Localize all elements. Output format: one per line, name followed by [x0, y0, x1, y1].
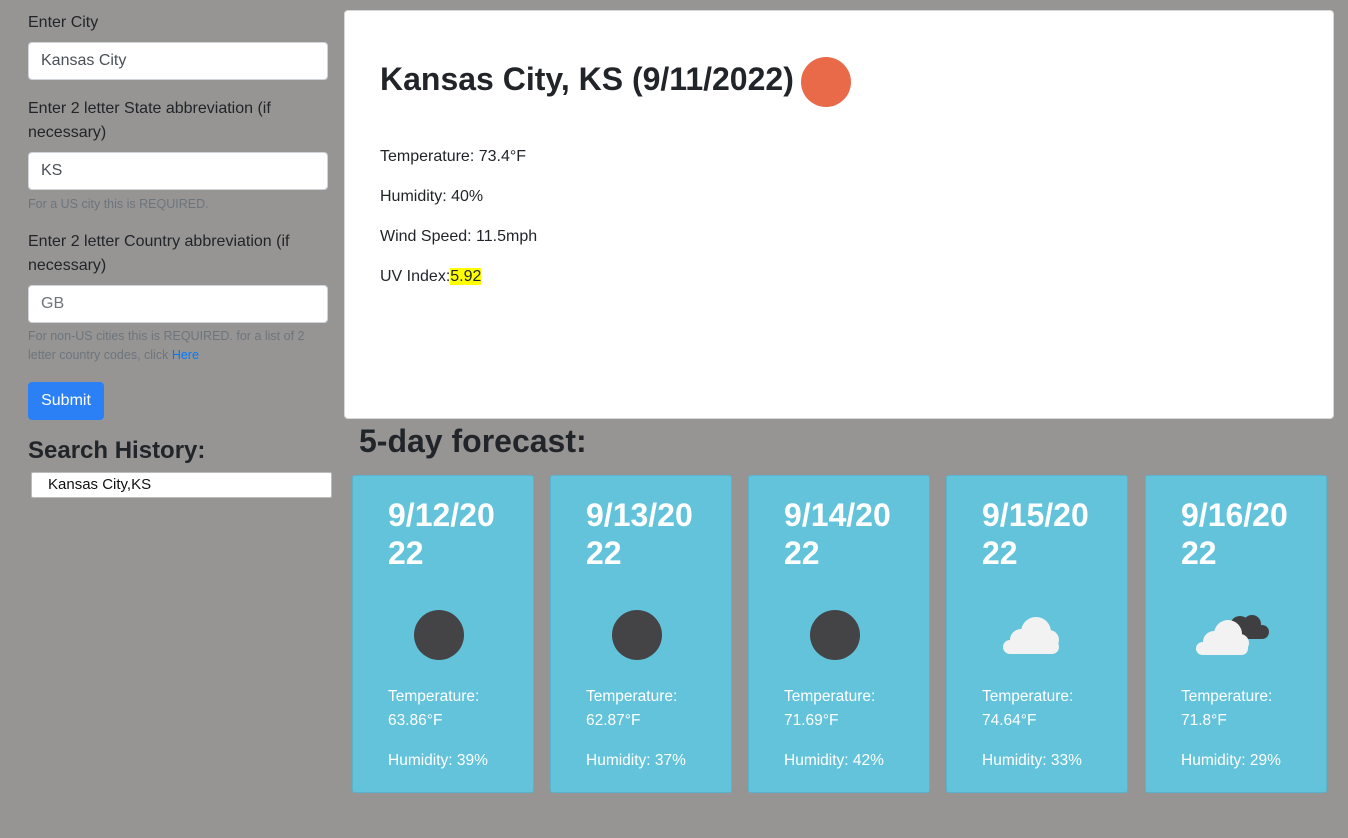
city-input[interactable] — [28, 42, 328, 80]
uv-index-label: UV Index: — [380, 268, 451, 285]
submit-button[interactable]: Submit — [28, 382, 104, 420]
forecast-date: 9/15/2022 — [982, 497, 1089, 571]
forecast-card: 9/15/2022 Temperature: 74.64°F Humidity:… — [946, 475, 1128, 793]
forecast-date: 9/12/2022 — [388, 497, 495, 571]
forecast-card: 9/12/2022 Temperature: 63.86°F Humidity:… — [352, 475, 534, 793]
forecast-temperature: Temperature: 71.69°F — [784, 688, 876, 729]
current-city-title: Kansas City, KS (9/11/2022) — [380, 61, 794, 97]
forecast-card: 9/16/2022 Temperature: 71.8°F Humidity: … — [1145, 475, 1327, 793]
cloud-icon — [1003, 617, 1059, 654]
forecast-humidity: Humidity: 42% — [784, 752, 884, 769]
state-input[interactable] — [28, 152, 328, 190]
country-label: Enter 2 letter Country abbreviation (if … — [28, 233, 290, 274]
forecast-humidity: Humidity: 33% — [982, 752, 1082, 769]
forecast-temperature: Temperature: 62.87°F — [586, 688, 678, 729]
forecast-date: 9/13/2022 — [586, 497, 693, 571]
forecast-title: 5-day forecast: — [359, 423, 587, 459]
state-help-text: For a US city this is REQUIRED. — [28, 197, 209, 211]
broken-clouds-icon — [1196, 615, 1269, 655]
country-help-label: For non-US cities this is REQUIRED. for … — [28, 329, 305, 362]
city-label: Enter City — [28, 14, 99, 31]
country-codes-link[interactable]: Here — [172, 348, 199, 362]
uv-index-badge: 5.92 — [450, 268, 482, 285]
forecast-temperature: Temperature: 74.64°F — [982, 688, 1074, 729]
current-temperature: Temperature: 73.4°F — [380, 148, 527, 165]
forecast-temperature: Temperature: 63.86°F — [388, 688, 480, 729]
moon-icon — [810, 610, 860, 660]
current-humidity: Humidity: 40% — [380, 188, 484, 205]
state-label: Enter 2 letter State abbreviation (if ne… — [28, 100, 271, 141]
current-weather-card: Kansas City, KS (9/11/2022) Temperature:… — [344, 10, 1334, 419]
search-history-title: Search History: — [28, 437, 206, 464]
forecast-date: 9/14/2022 — [784, 497, 891, 571]
sun-icon — [801, 57, 851, 107]
current-wind-speed: Wind Speed: 11.5mph — [380, 228, 538, 245]
forecast-card: 9/14/2022 Temperature: 71.69°F Humidity:… — [748, 475, 930, 793]
forecast-humidity: Humidity: 29% — [1181, 752, 1281, 769]
moon-icon — [414, 610, 464, 660]
search-history-item[interactable]: Kansas City,KS — [31, 472, 332, 498]
forecast-humidity: Humidity: 39% — [388, 752, 488, 769]
forecast-humidity: Humidity: 37% — [586, 752, 686, 769]
current-uv-index: UV Index:5.92 — [380, 265, 482, 289]
country-input[interactable] — [28, 285, 328, 323]
forecast-card: 9/13/2022 Temperature: 62.87°F Humidity:… — [550, 475, 732, 793]
forecast-temperature: Temperature: 71.8°F — [1181, 688, 1273, 729]
country-help-text: For non-US cities this is REQUIRED. for … — [28, 327, 318, 365]
moon-icon — [612, 610, 662, 660]
forecast-date: 9/16/2022 — [1181, 497, 1288, 571]
